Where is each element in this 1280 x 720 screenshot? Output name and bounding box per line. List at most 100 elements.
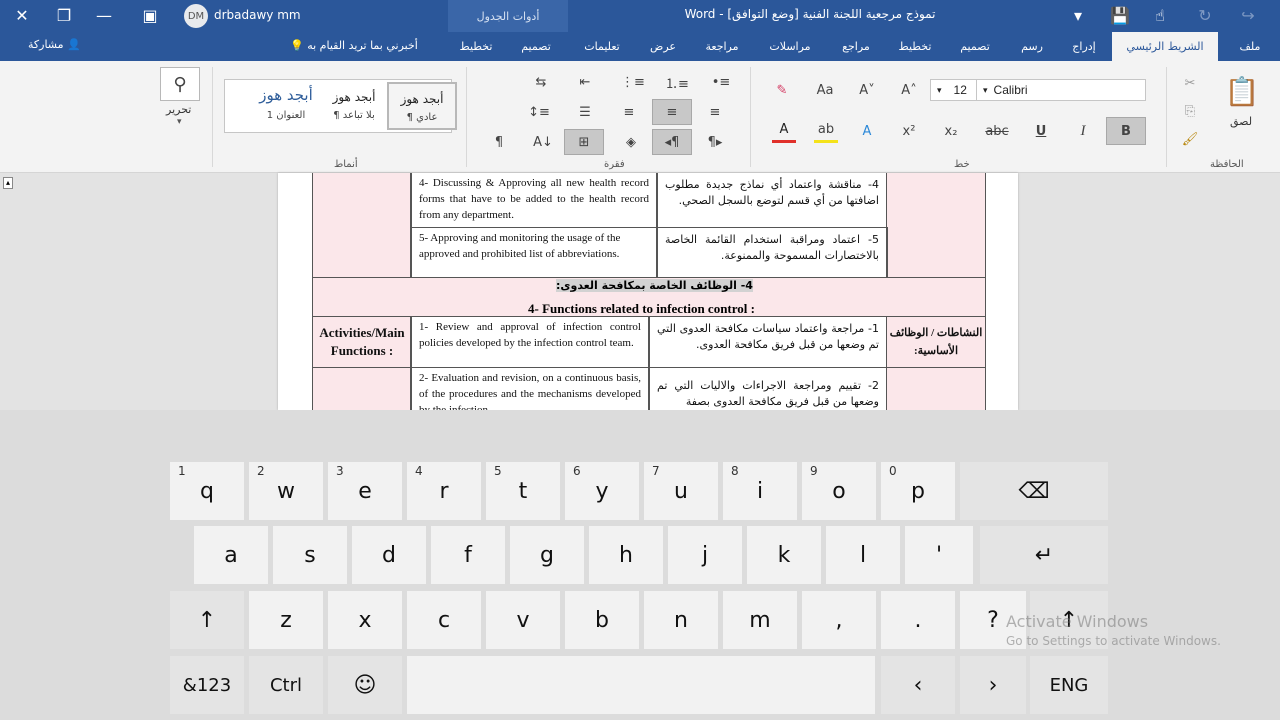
avatar[interactable]: DM: [184, 4, 208, 28]
chevron-down-icon[interactable]: ▾: [177, 117, 182, 127]
table-cell[interactable]: 1- Review and approval of infection cont…: [410, 316, 650, 368]
key-r[interactable]: 4r: [407, 462, 481, 520]
touch-mode-icon[interactable]: ☝: [1140, 0, 1180, 30]
italic-icon[interactable]: I: [1072, 119, 1094, 143]
left-arrow-key[interactable]: ‹: [881, 656, 955, 714]
format-painter-icon[interactable]: 🖌: [1180, 129, 1200, 149]
key-g[interactable]: g: [510, 526, 584, 584]
key-c[interactable]: c: [407, 591, 481, 649]
redo-icon[interactable]: ↻: [1185, 0, 1225, 30]
table-cell[interactable]: 4- Discussing & Approving all new health…: [410, 173, 658, 228]
space-key[interactable]: [407, 656, 875, 714]
tab-draw[interactable]: رسم: [1010, 32, 1054, 61]
tab-table-layout[interactable]: تخطيط: [452, 32, 500, 61]
key-i[interactable]: 8i: [723, 462, 797, 520]
paste-label[interactable]: لصق: [1230, 115, 1252, 128]
clear-formatting-icon[interactable]: ✎: [770, 79, 794, 101]
highlight-icon[interactable]: ab: [814, 119, 838, 143]
styles-gallery[interactable]: أبجد هوز العنوان 1 أبجد هوز ¶ بلا تباعد …: [224, 79, 457, 133]
strikethrough-icon[interactable]: abc: [984, 119, 1010, 143]
emoji-key[interactable]: ☺: [328, 656, 402, 714]
grow-font-icon[interactable]: A˄: [898, 79, 920, 101]
table-cell[interactable]: [312, 173, 412, 278]
bullets-icon[interactable]: •≡: [706, 71, 736, 93]
font-color-icon[interactable]: A: [772, 119, 796, 143]
multilevel-list-icon[interactable]: ⋮≡: [618, 71, 648, 93]
align-left-icon[interactable]: ≡: [618, 101, 640, 123]
cut-icon[interactable]: ✂: [1180, 73, 1200, 93]
language-key[interactable]: ENG: [1030, 656, 1108, 714]
key-q[interactable]: 1q: [170, 462, 244, 520]
ribbon-display-icon[interactable]: ▣: [130, 0, 170, 30]
key-period[interactable]: .: [881, 591, 955, 649]
tab-layout[interactable]: تخطيط: [890, 32, 940, 61]
bold-icon[interactable]: B: [1106, 117, 1146, 145]
key-k[interactable]: k: [747, 526, 821, 584]
minimize-icon[interactable]: —: [84, 0, 124, 30]
table-cell[interactable]: [312, 367, 412, 410]
tab-view[interactable]: عرض: [640, 32, 686, 61]
tab-help[interactable]: تعليمات: [578, 32, 626, 61]
text-effects-icon[interactable]: A: [856, 119, 878, 143]
shading-icon[interactable]: ◈: [618, 131, 644, 153]
tab-references[interactable]: مراجع: [832, 32, 880, 61]
table-cell[interactable]: 1- مراجعة واعتماد سياسات مكافحة العدوى ا…: [648, 316, 888, 368]
underline-icon[interactable]: U: [1030, 119, 1052, 143]
style-normal[interactable]: أبجد هوز ¶ عادي: [387, 82, 457, 130]
change-case-icon[interactable]: Aa: [812, 79, 838, 101]
key-y[interactable]: 6y: [565, 462, 639, 520]
table-cell[interactable]: 5- اعتماد ومراقبة استخدام القائمة الخاصة…: [656, 227, 888, 278]
table-cell[interactable]: 5- Approving and monitoring the usage of…: [410, 227, 658, 278]
key-comma[interactable]: ,: [802, 591, 876, 649]
editing-label[interactable]: تحرير: [166, 103, 191, 116]
key-apostrophe[interactable]: ': [905, 526, 973, 584]
key-x[interactable]: x: [328, 591, 402, 649]
font-name-field[interactable]: ▾ Calibri: [976, 79, 1146, 101]
shrink-font-icon[interactable]: A˅: [856, 79, 878, 101]
sort-az-icon[interactable]: A↓: [530, 131, 556, 153]
undo-icon[interactable]: ↪: [1228, 0, 1268, 30]
key-m[interactable]: m: [723, 591, 797, 649]
show-marks-icon[interactable]: ¶: [488, 131, 510, 153]
key-f[interactable]: f: [431, 526, 505, 584]
ruler-marker[interactable]: ▴: [3, 177, 13, 189]
tell-me-search[interactable]: أخبرني بما تريد القيام به 💡: [290, 39, 418, 52]
key-t[interactable]: 5t: [486, 462, 560, 520]
table-cell[interactable]: 4- مناقشة واعتماد أي نماذج جديدة مطلوب ا…: [656, 173, 888, 228]
table-cell[interactable]: [886, 367, 986, 410]
table-cell[interactable]: Activities/Main Functions :: [312, 316, 412, 368]
symbols-key[interactable]: &123: [170, 656, 244, 714]
table-cell[interactable]: [886, 173, 986, 278]
backspace-key[interactable]: ⌫: [960, 462, 1108, 520]
superscript-icon[interactable]: x²: [898, 119, 920, 143]
close-icon[interactable]: ✕: [2, 0, 42, 30]
key-p[interactable]: 0p: [881, 462, 955, 520]
numbering-icon[interactable]: ⒈≡: [662, 71, 692, 93]
tab-design[interactable]: تصميم: [952, 32, 998, 61]
key-v[interactable]: v: [486, 591, 560, 649]
search-icon[interactable]: ⚲: [160, 67, 200, 101]
key-a[interactable]: a: [194, 526, 268, 584]
tab-insert[interactable]: إدراج: [1064, 32, 1104, 61]
subscript-icon[interactable]: x₂: [940, 119, 962, 143]
key-s[interactable]: s: [273, 526, 347, 584]
customize-qat-icon[interactable]: ▾: [1058, 0, 1098, 30]
key-j[interactable]: j: [668, 526, 742, 584]
tab-mailings[interactable]: مراسلات: [760, 32, 820, 61]
restore-icon[interactable]: ❐: [44, 0, 84, 30]
sort-icon[interactable]: ⇆: [530, 71, 552, 93]
align-center-icon[interactable]: ≡: [652, 99, 692, 125]
table-cell[interactable]: النشاطات / الوظائف الأساسية:: [886, 316, 986, 368]
key-b[interactable]: b: [565, 591, 639, 649]
tab-review[interactable]: مراجعة: [697, 32, 747, 61]
key-h[interactable]: h: [589, 526, 663, 584]
key-e[interactable]: 3e: [328, 462, 402, 520]
style-heading1[interactable]: أبجد هوز العنوان 1: [251, 82, 321, 130]
key-l[interactable]: l: [826, 526, 900, 584]
justify-icon[interactable]: ☰: [574, 101, 596, 123]
save-icon[interactable]: 💾: [1100, 0, 1140, 30]
ltr-direction-icon[interactable]: ¶▸: [704, 131, 726, 153]
font-size-field[interactable]: ▾ 12: [930, 79, 978, 101]
enter-key[interactable]: ↵: [980, 526, 1108, 584]
key-w[interactable]: 2w: [249, 462, 323, 520]
